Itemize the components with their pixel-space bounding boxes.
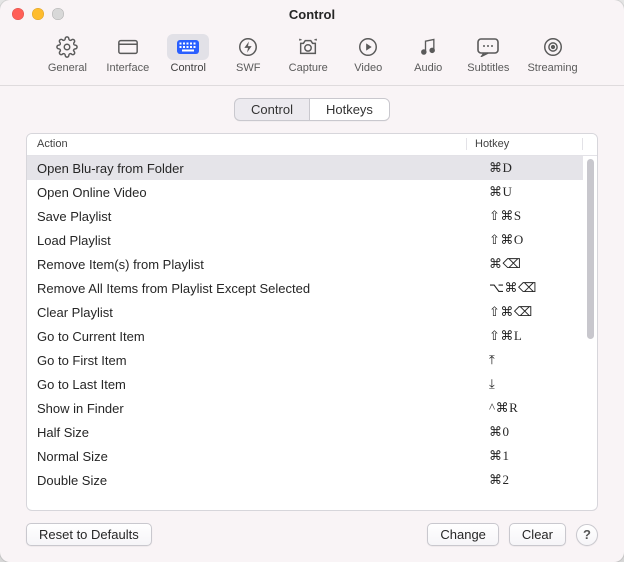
cell-hotkey: ⌘2 <box>481 472 583 488</box>
cell-action: Load Playlist <box>27 233 481 248</box>
gear-icon <box>46 34 88 60</box>
table-row[interactable]: Normal Size⌘1 <box>27 444 583 468</box>
preferences-toolbar: General Interface Control SWF Capture Video Au… <box>0 28 624 86</box>
toolbar-item-subtitles[interactable]: Subtitles <box>459 30 517 77</box>
cell-action: Go to First Item <box>27 353 481 368</box>
titlebar: Control <box>0 0 624 28</box>
toolbar-label: Video <box>354 62 382 74</box>
tab-control[interactable]: Control <box>235 99 309 120</box>
column-header-action[interactable]: Action <box>27 138 467 150</box>
cell-hotkey: ⌘0 <box>481 424 583 440</box>
cc-icon <box>467 34 509 60</box>
toolbar-label: Control <box>171 62 206 74</box>
table-row[interactable]: Half Size⌘0 <box>27 420 583 444</box>
toolbar-label: Subtitles <box>467 62 509 74</box>
toolbar-label: Capture <box>289 62 328 74</box>
table-row[interactable]: Go to Last Item⤓ <box>27 372 583 396</box>
table-row[interactable]: Clear Playlist⇧⌘⌫ <box>27 300 583 324</box>
toolbar-label: Streaming <box>527 62 577 74</box>
clear-button[interactable]: Clear <box>509 523 566 546</box>
cell-hotkey: ^⌘R <box>481 400 583 416</box>
play-icon <box>347 34 389 60</box>
cell-action: Remove Item(s) from Playlist <box>27 257 481 272</box>
table-header: Action Hotkey <box>27 134 597 156</box>
cell-action: Half Size <box>27 425 481 440</box>
cell-action: Save Playlist <box>27 209 481 224</box>
cell-action: Open Online Video <box>27 185 481 200</box>
cell-action: Remove All Items from Playlist Except Se… <box>27 281 481 296</box>
toolbar-item-general[interactable]: General <box>38 30 96 77</box>
table-body-wrap: Open Blu-ray from Folder⌘DOpen Online Vi… <box>27 156 597 510</box>
column-header-spacer <box>583 138 597 150</box>
cell-hotkey: ⇧⌘L <box>481 328 583 344</box>
column-header-hotkey[interactable]: Hotkey <box>467 138 583 150</box>
table-body[interactable]: Open Blu-ray from Folder⌘DOpen Online Vi… <box>27 156 597 510</box>
cell-action: Normal Size <box>27 449 481 464</box>
cell-hotkey: ⇧⌘⌫ <box>481 304 583 320</box>
toolbar-item-audio[interactable]: Audio <box>399 30 457 77</box>
table-row[interactable]: Open Blu-ray from Folder⌘D <box>27 156 583 180</box>
cell-action: Double Size <box>27 473 481 488</box>
window-title: Control <box>0 7 624 22</box>
toolbar-item-control[interactable]: Control <box>159 30 217 77</box>
cell-hotkey: ⌥⌘⌫ <box>481 280 583 296</box>
table-row[interactable]: Show in Finder^⌘R <box>27 396 583 420</box>
table-row[interactable]: Remove All Items from Playlist Except Se… <box>27 276 583 300</box>
flash-icon <box>227 34 269 60</box>
cell-hotkey: ⌘1 <box>481 448 583 464</box>
content-area: Control Hotkeys Action Hotkey Open Blu-r… <box>0 86 624 562</box>
keyboard-icon <box>167 34 209 60</box>
segmented-tabs: Control Hotkeys <box>234 98 390 121</box>
close-window-button[interactable] <box>12 8 24 20</box>
zoom-window-button <box>52 8 64 20</box>
toolbar-label: General <box>48 62 87 74</box>
scrollbar-thumb[interactable] <box>587 159 594 339</box>
preferences-window: Control General Interface Control SWF Captur… <box>0 0 624 562</box>
table-row[interactable]: Remove Item(s) from Playlist⌘⌫ <box>27 252 583 276</box>
cell-action: Go to Last Item <box>27 377 481 392</box>
toolbar-item-video[interactable]: Video <box>339 30 397 77</box>
cell-hotkey: ⌘U <box>481 184 583 200</box>
help-button[interactable]: ? <box>576 524 598 546</box>
table-row[interactable]: Save Playlist⇧⌘S <box>27 204 583 228</box>
cell-action: Open Blu-ray from Folder <box>27 161 481 176</box>
cell-hotkey: ⌘D <box>481 160 583 176</box>
hotkeys-table: Action Hotkey Open Blu-ray from Folder⌘D… <box>26 133 598 511</box>
table-row[interactable]: Go to First Item⤒ <box>27 348 583 372</box>
cell-hotkey: ⤒ <box>481 352 583 368</box>
reset-to-defaults-button[interactable]: Reset to Defaults <box>26 523 152 546</box>
cast-icon <box>532 34 574 60</box>
toolbar-label: Interface <box>106 62 149 74</box>
window-controls <box>0 8 64 20</box>
cell-hotkey: ⇧⌘O <box>481 232 583 248</box>
table-row[interactable]: Go to Current Item⇧⌘L <box>27 324 583 348</box>
cell-hotkey: ⌘⌫ <box>481 256 583 272</box>
cell-action: Clear Playlist <box>27 305 481 320</box>
note-icon <box>407 34 449 60</box>
table-row[interactable]: Double Size⌘2 <box>27 468 583 492</box>
table-row[interactable]: Open Online Video⌘U <box>27 180 583 204</box>
table-row[interactable]: Load Playlist⇧⌘O <box>27 228 583 252</box>
cell-hotkey: ⤓ <box>481 376 583 392</box>
change-button[interactable]: Change <box>427 523 499 546</box>
toolbar-item-streaming[interactable]: Streaming <box>519 30 585 77</box>
toolbar-item-capture[interactable]: Capture <box>279 30 337 77</box>
toolbar-label: SWF <box>236 62 260 74</box>
cell-action: Show in Finder <box>27 401 481 416</box>
minimize-window-button[interactable] <box>32 8 44 20</box>
tab-hotkeys[interactable]: Hotkeys <box>309 99 389 120</box>
toolbar-item-swf[interactable]: SWF <box>219 30 277 77</box>
toolbar-item-interface[interactable]: Interface <box>98 30 157 77</box>
cell-hotkey: ⇧⌘S <box>481 208 583 224</box>
bottom-bar: Reset to Defaults Change Clear ? <box>26 511 598 546</box>
toolbar-label: Audio <box>414 62 442 74</box>
cell-action: Go to Current Item <box>27 329 481 344</box>
camera-icon <box>287 34 329 60</box>
window-icon <box>107 34 149 60</box>
